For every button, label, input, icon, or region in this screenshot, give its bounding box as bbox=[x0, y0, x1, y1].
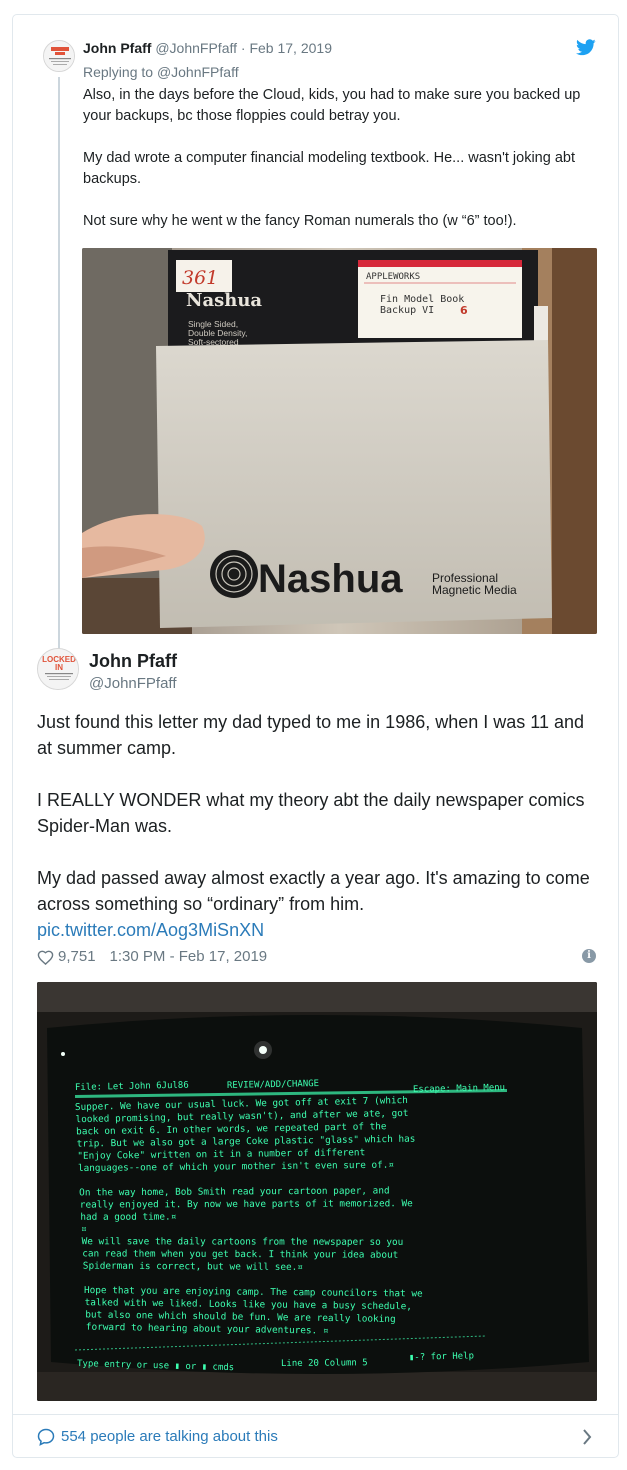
chevron-right-icon[interactable] bbox=[582, 1429, 592, 1445]
avatar[interactable]: LOCKED IN bbox=[37, 648, 79, 690]
heart-icon[interactable] bbox=[37, 949, 54, 965]
tweet-paragraph: My dad passed away almost exactly a year… bbox=[37, 868, 590, 914]
screen-line: had a good time.¤ bbox=[80, 1212, 176, 1223]
screen-line: really enjoyed it. By now we have parts … bbox=[80, 1198, 413, 1210]
label-maker: APPLEWORKS bbox=[366, 272, 420, 282]
tweet-paragraph: I REALLY WONDER what my theory abt the d… bbox=[37, 790, 585, 836]
talking-footer[interactable]: 554 people are talking about this bbox=[13, 1414, 618, 1457]
avatar-text: IN bbox=[55, 663, 63, 672]
crt-screen-image: File: Let John 6Jul86 REVIEW/ADD/CHANGE … bbox=[37, 982, 597, 1401]
replying-to: Replying to @JohnFPfaff bbox=[83, 64, 239, 80]
label-digit: 6 bbox=[460, 304, 468, 317]
author-name[interactable]: John Pfaff bbox=[89, 651, 177, 672]
talking-count[interactable]: 554 people are talking about this bbox=[61, 1428, 278, 1445]
screen-line: We will save the daily cartoons from the… bbox=[82, 1236, 404, 1248]
screen-header-mid: REVIEW/ADD/CHANGE bbox=[227, 1079, 319, 1091]
main-tweet-text: Just found this letter my dad typed to m… bbox=[37, 709, 597, 943]
author-handle[interactable]: @JohnFPfaff bbox=[89, 675, 177, 692]
disk-number: 361 bbox=[182, 267, 218, 289]
locked-in-logo-icon bbox=[44, 41, 74, 71]
speech-bubble-icon bbox=[37, 1428, 55, 1446]
sleeve-brand: Nashua bbox=[258, 557, 403, 601]
author-handle[interactable]: @JohnFPfaff bbox=[155, 40, 237, 56]
tweet-paragraph: Also, in the days before the Cloud, kids… bbox=[83, 87, 581, 124]
tweet-paragraph: Just found this letter my dad typed to m… bbox=[37, 712, 584, 758]
crt-letter-photo[interactable]: File: Let John 6Jul86 REVIEW/ADD/CHANGE … bbox=[37, 982, 597, 1401]
parent-tweet[interactable]: John Pfaff @JohnFPfaff · Feb 17, 2019 Re… bbox=[13, 15, 618, 657]
replying-label: Replying to bbox=[83, 64, 154, 80]
tweet-date[interactable]: Feb 17, 2019 bbox=[249, 40, 332, 56]
floppy-disk-image: 361 Nashua Single Sided, Double Density,… bbox=[82, 248, 597, 634]
thread-line bbox=[58, 77, 60, 657]
tweet-embed-card: John Pfaff @JohnFPfaff · Feb 17, 2019 Re… bbox=[12, 14, 619, 1458]
sleeve-tagline: Magnetic Media bbox=[432, 583, 517, 597]
tweet-paragraph: Not sure why he went w the fancy Roman n… bbox=[83, 213, 517, 229]
label-line2: Backup VI bbox=[380, 305, 434, 316]
twitter-bird-icon[interactable] bbox=[576, 39, 596, 56]
parent-tweet-header: John Pfaff @JohnFPfaff · Feb 17, 2019 bbox=[83, 40, 332, 56]
screen-footer-right: ▮-? for Help bbox=[409, 1351, 474, 1363]
disk-brand: Nashua bbox=[186, 290, 262, 311]
label-line1: Fin Model Book bbox=[380, 294, 464, 305]
tweet-paragraph: My dad wrote a computer financial modeli… bbox=[83, 150, 575, 187]
parent-tweet-text: Also, in the days before the Cloud, kids… bbox=[83, 85, 593, 253]
separator: · bbox=[240, 40, 246, 56]
avatar[interactable] bbox=[43, 40, 75, 72]
screen-line: On the way home, Bob Smith read your car… bbox=[79, 1185, 390, 1198]
tweet-meta: 9,751 1:30 PM - Feb 17, 2019 bbox=[37, 948, 267, 965]
screen-line: Spiderman is correct, but we will see.¤ bbox=[83, 1261, 304, 1273]
replying-mention[interactable]: @JohnFPfaff bbox=[157, 64, 239, 80]
screen-footer-mid: Line 20 Column 5 bbox=[281, 1358, 368, 1369]
screen-line: ¤ bbox=[81, 1224, 87, 1235]
tweet-timestamp[interactable]: 1:30 PM - Feb 17, 2019 bbox=[110, 948, 268, 965]
floppy-disk-photo[interactable]: 361 Nashua Single Sided, Double Density,… bbox=[82, 248, 597, 634]
locked-in-logo-icon: LOCKED IN bbox=[38, 649, 78, 689]
author-name[interactable]: John Pfaff bbox=[83, 40, 151, 56]
screen-line: can read them when you get back. I think… bbox=[82, 1248, 398, 1260]
photo-link[interactable]: pic.twitter.com/Aog3MiSnXN bbox=[37, 917, 264, 943]
like-count[interactable]: 9,751 bbox=[58, 948, 96, 965]
screen-header-right: Escape: Main Menu bbox=[413, 1083, 505, 1095]
info-icon[interactable]: i bbox=[582, 949, 596, 963]
